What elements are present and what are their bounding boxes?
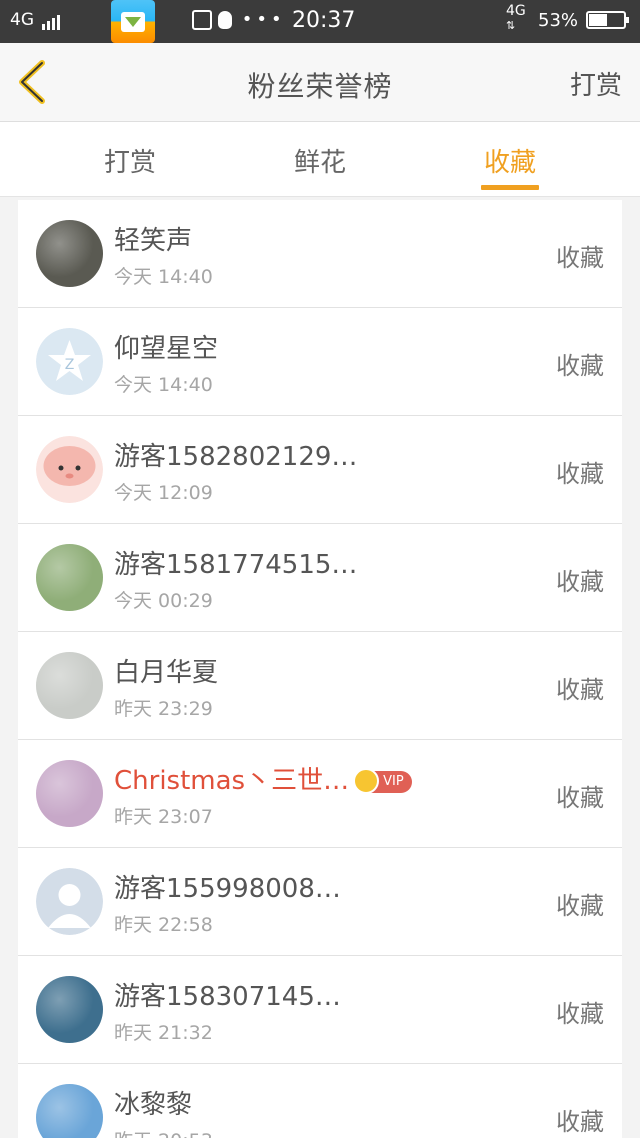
event-time: 今天 14:40 xyxy=(114,266,213,288)
avatar[interactable] xyxy=(36,1084,103,1138)
avatar[interactable] xyxy=(36,436,103,503)
user-name: 仰望星空 xyxy=(114,334,219,364)
list-item[interactable]: 游客155998008… 昨天 22:58 收藏 xyxy=(18,848,622,956)
avatar[interactable] xyxy=(36,868,103,935)
navigation-bar: 粉丝荣誉榜 打赏 xyxy=(0,43,640,122)
network-type: 4G xyxy=(10,10,34,30)
user-name: 游客158307145… xyxy=(114,982,341,1012)
avatar[interactable]: Z xyxy=(36,328,103,395)
list-item[interactable]: 冰黎黎昨天 20:53 收藏 xyxy=(18,1064,622,1138)
avatar[interactable] xyxy=(36,760,103,827)
avatar[interactable] xyxy=(36,220,103,287)
tab-reward[interactable]: 打赏 xyxy=(70,142,190,179)
list-item[interactable]: Christmas丶三世… VIP 昨天 23:07 收藏 xyxy=(18,740,622,848)
tab-flowers[interactable]: 鲜花 xyxy=(260,142,380,179)
qq-icon xyxy=(218,11,232,29)
action-label: 收藏 xyxy=(556,1000,604,1028)
clock: 20:37 xyxy=(292,8,356,33)
list-item[interactable]: Z 仰望星空今天 14:40 收藏 xyxy=(18,308,622,416)
action-label: 收藏 xyxy=(556,568,604,596)
user-name: Christmas丶三世… VIP xyxy=(114,760,412,797)
user-name: 白月华夏 xyxy=(114,658,219,688)
list-item[interactable]: 轻笑声今天 14:40 收藏 xyxy=(18,200,622,308)
mobile-data-indicator: 4G ⇅ xyxy=(506,3,526,32)
reward-button[interactable]: 打赏 xyxy=(570,65,622,102)
app-store-icon xyxy=(111,0,155,43)
event-time: 今天 12:09 xyxy=(114,482,213,504)
event-time: 昨天 22:58 xyxy=(114,914,213,936)
battery-percent: 53% xyxy=(538,10,579,31)
list-item[interactable]: 游客1581774515… 今天 00:29 收藏 xyxy=(18,524,622,632)
active-tab-indicator xyxy=(481,185,539,190)
action-label: 收藏 xyxy=(556,1108,604,1136)
action-label: 收藏 xyxy=(556,784,604,812)
user-name: 冰黎黎 xyxy=(114,1090,193,1120)
vip-badge: VIP xyxy=(353,767,412,794)
action-label: 收藏 xyxy=(556,352,604,380)
user-name: 游客1581774515… xyxy=(114,550,358,580)
list-item[interactable]: 游客158307145… 昨天 21:32 收藏 xyxy=(18,956,622,1064)
more-icon: ••• xyxy=(241,9,286,30)
user-name: 游客155998008… xyxy=(114,874,341,904)
tab-bar: 打赏 鲜花 收藏 xyxy=(0,122,640,197)
action-label: 收藏 xyxy=(556,892,604,920)
avatar[interactable] xyxy=(36,976,103,1043)
avatar[interactable] xyxy=(36,652,103,719)
event-time: 昨天 23:29 xyxy=(114,698,213,720)
status-bar: 4G ••• 20:37 4G ⇅ 53% xyxy=(0,0,640,43)
crown-icon xyxy=(353,767,380,794)
action-label: 收藏 xyxy=(556,460,604,488)
avatar[interactable] xyxy=(36,544,103,611)
battery-icon xyxy=(586,11,629,29)
tab-favorites[interactable]: 收藏 xyxy=(450,142,570,179)
list-item[interactable]: 白月华夏昨天 23:29 收藏 xyxy=(18,632,622,740)
fan-list: 轻笑声 今天 14:40 收藏 Z 仰望星空 今天 14:40 收藏 游客1582802129… xyxy=(18,200,622,1138)
user-name: 轻笑声 xyxy=(114,226,193,256)
event-time: 今天 00:29 xyxy=(114,590,213,612)
user-name: 游客1582802129… xyxy=(114,442,358,472)
event-time: 昨天 21:32 xyxy=(114,1022,213,1044)
signal-indicator: 4G xyxy=(10,10,62,30)
list-item[interactable]: 游客1582802129… 今天 12:09 收藏 xyxy=(18,416,622,524)
event-time: 昨天 20:53 xyxy=(114,1126,213,1138)
signal-bars-icon xyxy=(42,10,62,30)
action-label: 收藏 xyxy=(556,676,604,704)
page-title: 粉丝荣誉榜 xyxy=(247,70,393,103)
event-time: 今天 14:40 xyxy=(114,374,213,396)
notification-icons: ••• xyxy=(192,9,286,30)
event-time: 昨天 23:07 xyxy=(114,806,213,828)
svg-text:Z: Z xyxy=(65,357,75,373)
action-label: 收藏 xyxy=(556,244,604,272)
browser-icon xyxy=(192,10,212,30)
